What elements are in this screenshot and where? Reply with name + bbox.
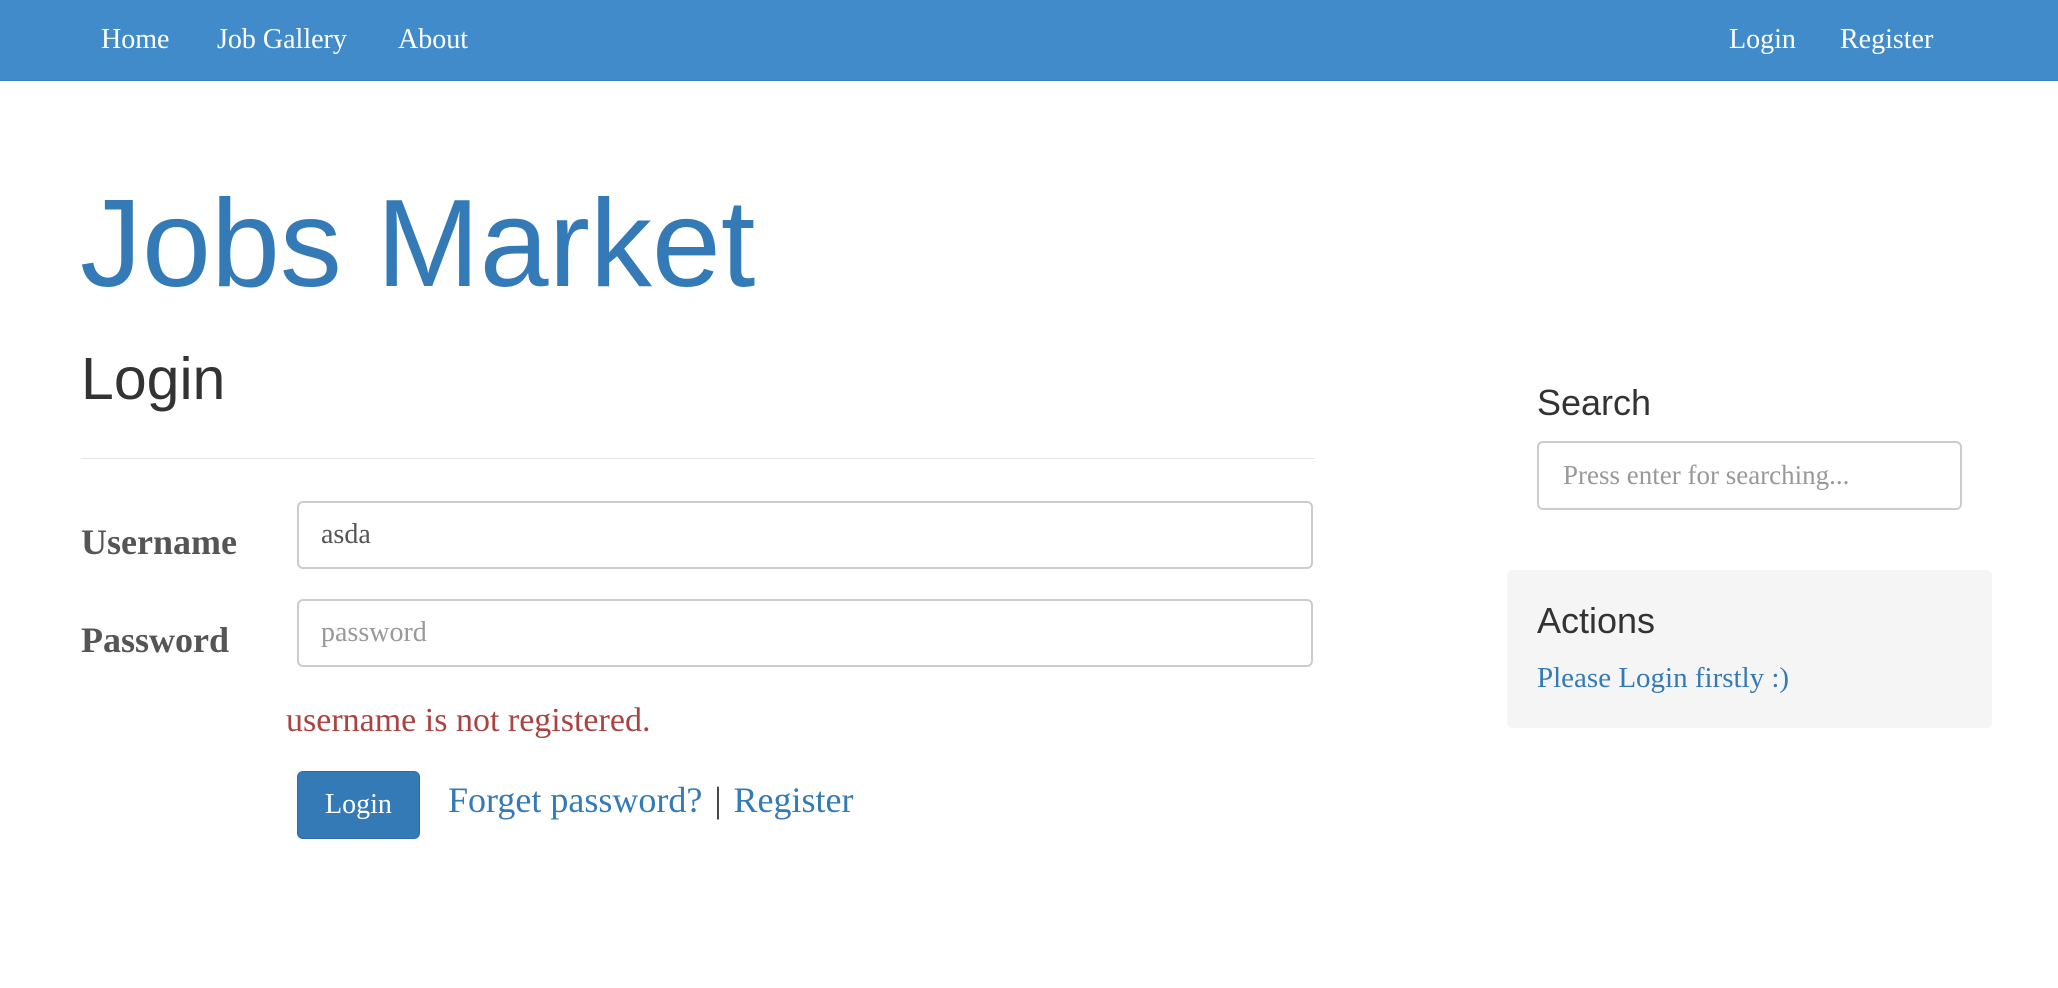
nav-job-gallery-link[interactable]: Job Gallery: [217, 0, 347, 80]
nav-register-link[interactable]: Register: [1840, 0, 1933, 80]
search-input[interactable]: [1537, 441, 1962, 510]
search-heading: Search: [1537, 382, 1652, 423]
actions-panel: [1507, 570, 1992, 728]
page-title: Login: [81, 346, 226, 412]
nav-login-link[interactable]: Login: [1729, 0, 1796, 80]
register-link[interactable]: Register: [734, 780, 854, 820]
password-label: Password: [81, 620, 230, 660]
link-separator: |: [714, 780, 722, 820]
nav-about-link[interactable]: About: [398, 0, 468, 80]
login-button[interactable]: Login: [297, 771, 420, 839]
password-input[interactable]: [297, 599, 1313, 667]
error-message: username is not registered.: [286, 702, 651, 739]
form-links: Forget password? | Register: [448, 782, 854, 818]
login-prompt-link[interactable]: Please Login firstly :): [1537, 664, 1789, 693]
site-title: Jobs Market: [80, 175, 756, 313]
top-navbar: Home Job Gallery About Login Register: [0, 0, 2058, 81]
forget-password-link[interactable]: Forget password?: [448, 780, 702, 820]
username-label: Username: [81, 522, 237, 562]
username-input[interactable]: [297, 501, 1313, 569]
actions-heading: Actions: [1537, 600, 1656, 641]
title-divider: [81, 458, 1315, 459]
nav-home-link[interactable]: Home: [101, 0, 169, 80]
